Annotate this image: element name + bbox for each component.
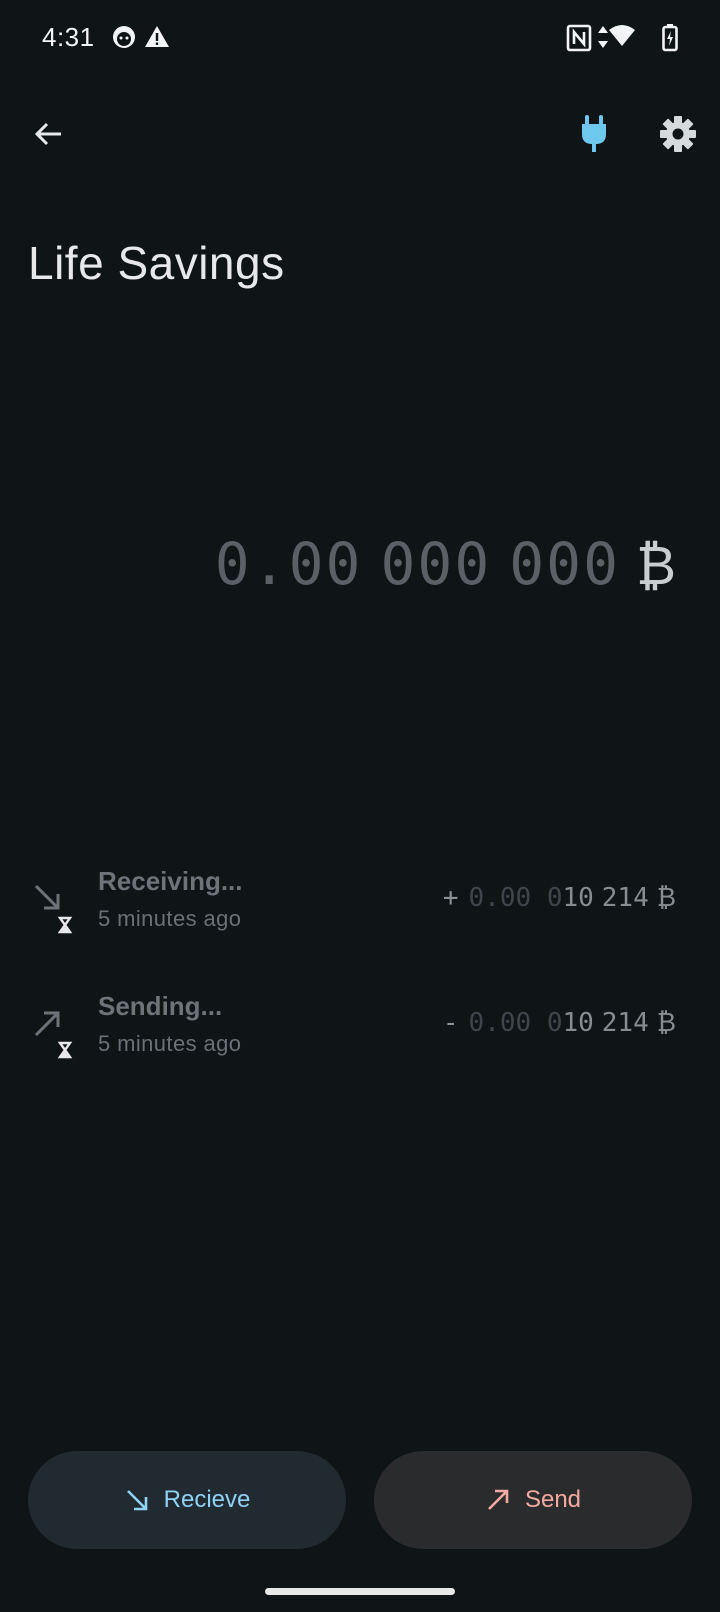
wallet-title: Life Savings [28, 237, 285, 289]
transaction-time: 5 minutes ago [98, 906, 242, 931]
status-bar: 4:31 [0, 0, 720, 80]
amount-significant-a: 10 [562, 1008, 594, 1038]
gear-icon [660, 116, 696, 152]
arrow-up-right-icon [488, 1489, 509, 1510]
bitcoin-unit: ₿ [656, 1008, 676, 1038]
bitcoin-unit: ₿ [636, 534, 676, 597]
balance-integer: 0. [214, 530, 289, 598]
arrow-left-icon [34, 122, 61, 146]
transaction-title: Receiving... [98, 866, 243, 896]
bitcoin-unit: ₿ [656, 883, 676, 913]
balance-group-2: 000 [380, 530, 492, 598]
balance-group-3: 000 [509, 530, 621, 598]
arrow-down-right-icon [30, 882, 80, 938]
battery-charging-icon [662, 24, 678, 57]
balance-group-1: 00 [288, 530, 363, 598]
warning-icon [144, 24, 170, 55]
transaction-title: Sending... [98, 991, 223, 1021]
wallet-balance: 0. 00 000 000 ₿ [215, 530, 676, 598]
settings-button[interactable] [650, 106, 706, 162]
plug-icon [582, 115, 606, 152]
amount-sign: - [442, 1008, 459, 1038]
amount-significant-b: 214 [601, 1008, 649, 1038]
transaction-amount: + 0.00 0 10 214 ₿ [443, 882, 676, 913]
amount-leading-zeros: 0.00 0 [468, 1008, 563, 1038]
amount-significant-a: 10 [562, 883, 594, 913]
arrow-down-right-icon [126, 1490, 147, 1511]
top-app-bar [0, 100, 720, 170]
transaction-time: 5 minutes ago [98, 1031, 242, 1056]
nfc-icon [566, 24, 592, 57]
wifi-icon [608, 24, 636, 53]
receive-button[interactable]: Recieve [28, 1451, 346, 1549]
hourglass-icon [57, 916, 73, 934]
connection-button[interactable] [566, 106, 622, 162]
send-label: Send [524, 1486, 582, 1513]
amount-leading-zeros: 0.00 0 [468, 883, 563, 913]
account-face-icon [111, 24, 137, 55]
amount-sign: + [442, 883, 459, 913]
transaction-row[interactable]: Receiving... 5 minutes ago + 0.00 0 10 2… [0, 860, 720, 950]
arrow-up-right-icon [30, 1007, 80, 1063]
send-button[interactable]: Send [374, 1451, 692, 1549]
transaction-row[interactable]: Sending... 5 minutes ago - 0.00 0 10 214… [0, 985, 720, 1075]
status-time: 4:31 [42, 22, 95, 52]
hourglass-icon [57, 1041, 73, 1059]
back-button[interactable] [21, 106, 77, 162]
receive-label: Recieve [163, 1486, 251, 1513]
transaction-amount: - 0.00 0 10 214 ₿ [443, 1007, 676, 1038]
home-indicator[interactable] [265, 1588, 455, 1595]
amount-significant-b: 214 [601, 883, 649, 913]
